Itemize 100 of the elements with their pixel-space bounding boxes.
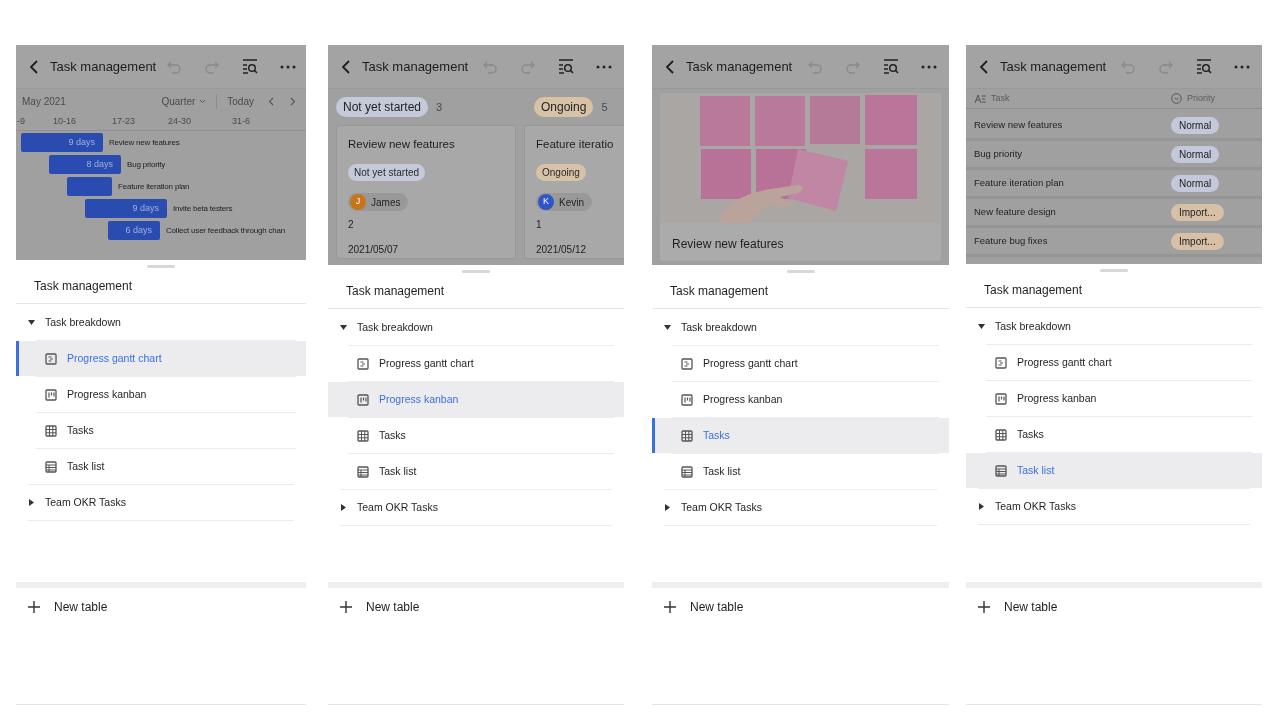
sheet-title: Task management — [670, 282, 769, 300]
priority-tag: Normal — [1171, 174, 1220, 192]
caret-icon — [199, 98, 207, 104]
table-item[interactable]: Progress kanban — [966, 381, 1262, 416]
folder-row[interactable]: Team OKR Tasks — [16, 485, 306, 520]
plus-icon — [340, 601, 352, 613]
table-item[interactable]: Task list — [652, 454, 949, 489]
prev-icon[interactable] — [268, 96, 274, 106]
collapsed-caret-icon[interactable] — [340, 504, 347, 511]
grid-icon — [357, 429, 369, 442]
column-header: Priority — [1187, 91, 1215, 105]
card-title: Review new features — [348, 137, 456, 152]
task-label: Collect user feedback through chan — [166, 225, 286, 237]
table-item[interactable]: Progress kanban — [16, 377, 306, 412]
today-button[interactable]: Today — [227, 93, 254, 109]
view-title: Task management — [1000, 57, 1108, 76]
week-label: 17-23 — [112, 114, 137, 128]
expanded-caret-icon[interactable] — [978, 323, 985, 330]
table-item[interactable]: Task list — [966, 453, 1262, 488]
new-table-button[interactable]: New table — [664, 598, 744, 616]
folder-row[interactable]: Task breakdown — [328, 310, 624, 345]
folder-row[interactable]: Team OKR Tasks — [652, 490, 949, 525]
back-icon[interactable] — [978, 58, 990, 75]
table-item[interactable]: Task list — [328, 454, 624, 489]
folder-row[interactable]: Task breakdown — [16, 305, 306, 340]
gantt-icon — [357, 357, 369, 370]
card-field: 1 — [536, 217, 624, 232]
gantt-bar[interactable]: 9 days — [21, 133, 103, 152]
plus-icon — [28, 601, 40, 613]
search-list-icon[interactable] — [883, 59, 899, 74]
dropdown-field-icon — [1171, 93, 1182, 104]
scale-dropdown[interactable]: Quarter — [161, 93, 218, 109]
kanban-card[interactable]: Feature iteratio Ongoing K Kevin 1 2021/05/12 — [524, 125, 624, 259]
table-item[interactable]: Progress gantt chart — [652, 346, 949, 381]
more-icon[interactable] — [921, 64, 937, 69]
sheet-title: Task management — [346, 282, 445, 300]
week-label: 31-6 — [232, 114, 251, 128]
back-icon[interactable] — [28, 58, 40, 75]
gantt-bar[interactable]: 8 days — [49, 155, 121, 174]
table-item[interactable]: Progress gantt chart — [966, 345, 1262, 380]
new-table-button[interactable]: New table — [340, 598, 420, 616]
drag-handle[interactable] — [786, 270, 815, 273]
column-title: Ongoing — [534, 97, 594, 117]
table-cell-text: Bug priority — [973, 146, 1024, 161]
expanded-caret-icon[interactable] — [28, 319, 35, 326]
search-list-icon[interactable] — [1196, 59, 1212, 74]
priority-tag: Import... — [1171, 203, 1224, 221]
folder-row[interactable]: Team OKR Tasks — [966, 489, 1262, 524]
collapsed-caret-icon[interactable] — [28, 499, 35, 506]
sheet-title: Task management — [984, 281, 1083, 299]
folder-row[interactable]: Task breakdown — [652, 310, 949, 345]
more-icon[interactable] — [1234, 64, 1250, 69]
gantt-icon — [681, 357, 693, 370]
gantt-bar[interactable]: 9 days — [85, 199, 167, 218]
expanded-caret-icon[interactable] — [340, 324, 347, 331]
priority-tag: Normal — [1171, 116, 1220, 134]
card-field: 2021/05/07 — [348, 242, 515, 257]
table-item[interactable]: Progress gantt chart — [16, 341, 306, 376]
gantt-bar[interactable]: 6 days — [108, 221, 160, 240]
search-list-icon[interactable] — [242, 59, 259, 74]
grid-icon — [45, 424, 57, 437]
kanban-icon — [45, 388, 57, 401]
table-cell-text: Feature iteration plan — [973, 175, 1065, 190]
more-icon[interactable] — [596, 64, 612, 69]
more-icon[interactable] — [280, 64, 297, 69]
collapsed-caret-icon[interactable] — [978, 503, 985, 510]
drag-handle[interactable] — [1100, 269, 1128, 272]
folder-row[interactable]: Task breakdown — [966, 309, 1262, 344]
table-item[interactable]: Tasks — [328, 418, 624, 453]
folder-row[interactable]: Team OKR Tasks — [328, 490, 624, 525]
card-field: 2021/05/12 — [536, 242, 624, 257]
table-item[interactable]: Task list — [16, 449, 306, 484]
column-title: Not yet started — [336, 97, 429, 117]
expanded-caret-icon[interactable] — [664, 324, 671, 331]
next-icon[interactable] — [290, 96, 296, 106]
kanban-card[interactable]: Review new features Not yet started J James 2 2021/05/07 — [336, 125, 516, 259]
table-item[interactable]: Tasks — [652, 418, 949, 453]
back-icon[interactable] — [664, 58, 676, 75]
column-count: 3 — [436, 99, 443, 115]
search-list-icon[interactable] — [558, 59, 574, 74]
new-table-button[interactable]: New table — [978, 598, 1058, 616]
priority-tag: Normal — [1171, 145, 1220, 163]
new-table-button[interactable]: New table — [28, 598, 108, 616]
list-icon — [357, 465, 369, 478]
card-field: 2 — [348, 217, 515, 232]
view-title: Task management — [362, 57, 470, 76]
table-item[interactable]: Tasks — [16, 413, 306, 448]
table-item[interactable]: Progress kanban — [328, 382, 624, 417]
collapsed-caret-icon[interactable] — [664, 504, 671, 511]
kanban-icon — [357, 393, 369, 406]
task-label: Bug priority — [127, 159, 166, 171]
task-label: Invite beta testers — [173, 203, 233, 215]
week-label: 24-30 — [168, 114, 193, 128]
view-title: Task management — [50, 57, 157, 76]
table-cell-text: New feature design — [973, 204, 1057, 219]
week-label: 10-16 — [53, 114, 78, 128]
drag-handle[interactable] — [147, 265, 175, 268]
back-icon[interactable] — [340, 58, 352, 75]
drag-handle[interactable] — [462, 270, 490, 273]
gallery-card[interactable]: Review new features — [660, 93, 941, 261]
